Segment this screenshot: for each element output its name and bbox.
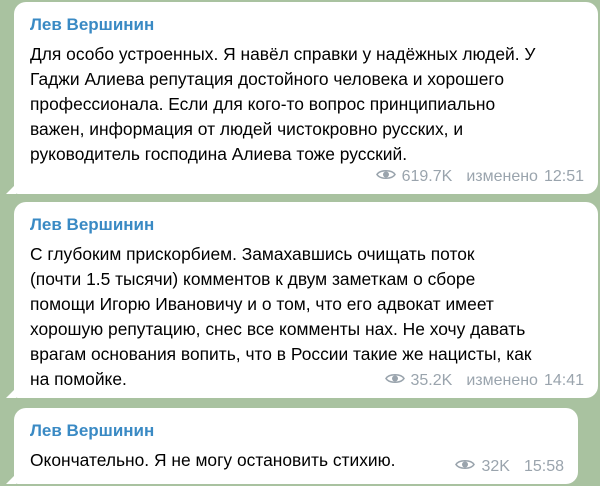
author-name[interactable]: Лев Вершинин	[30, 14, 586, 36]
message-meta: 32K 15:58	[455, 456, 564, 477]
view-count: 619.7K	[401, 167, 453, 185]
message-feed: Лев Вершинин Для особо устроенных. Я нав…	[0, 0, 600, 486]
edited-label: изменено	[466, 167, 538, 185]
message-bubble[interactable]: Лев Вершинин С глубоким прискорбием. Зам…	[6, 202, 598, 398]
bubble-tail	[6, 388, 16, 398]
message-text: Для особо устроенных. Я навёл справки у …	[30, 44, 536, 164]
eye-icon	[384, 371, 405, 391]
message-time: 15:58	[523, 457, 564, 475]
message-meta: 619.7K изменено 12:51	[375, 166, 584, 187]
bubble-tail	[6, 184, 16, 194]
message-meta: 35.2K изменено 14:41	[384, 370, 584, 391]
message-bubble[interactable]: Лев Вершинин Для особо устроенных. Я нав…	[6, 2, 598, 194]
message-bubble[interactable]: Лев Вершинин Окончательно. Я не могу ост…	[6, 408, 578, 484]
edited-label: изменено	[466, 371, 538, 389]
message-time: 14:41	[543, 371, 584, 389]
view-count: 32K	[481, 457, 510, 475]
author-name[interactable]: Лев Вершинин	[30, 420, 566, 442]
eye-icon	[455, 457, 476, 477]
bubble-tail	[6, 474, 16, 484]
message-time: 12:51	[543, 167, 584, 185]
view-count: 35.2K	[410, 371, 453, 389]
eye-icon	[375, 167, 396, 187]
author-name[interactable]: Лев Вершинин	[30, 214, 586, 236]
